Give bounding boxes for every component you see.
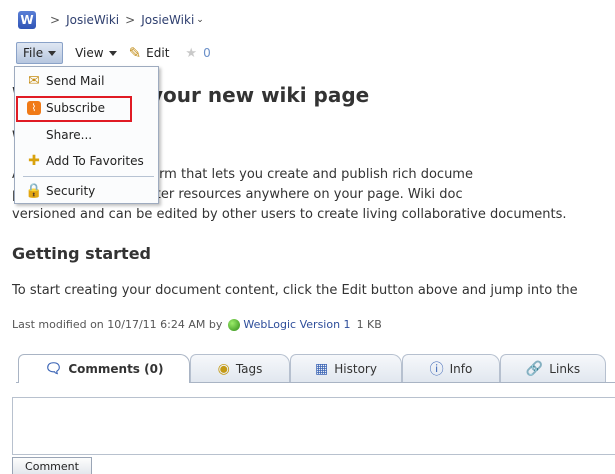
toolbar: File View ✎ Edit ★ 0 bbox=[16, 42, 217, 64]
wiki-page: W > JosieWiki > JosieWiki ⌄ File View ✎ … bbox=[0, 0, 615, 474]
tab-label: History bbox=[334, 361, 377, 376]
online-status-icon bbox=[228, 318, 241, 331]
menu-item-label: Send Mail bbox=[46, 74, 105, 88]
star-icon: ★ bbox=[185, 45, 198, 61]
page-title-fragment-right: your new wiki page bbox=[150, 83, 370, 107]
menu-item-security[interactable]: 🔒 Security bbox=[15, 179, 158, 203]
links-icon: 🔗 bbox=[525, 360, 544, 377]
subscribe-highlight bbox=[16, 96, 132, 122]
breadcrumb-item-page[interactable]: JosieWiki bbox=[141, 13, 194, 27]
comment-button[interactable]: Comment bbox=[12, 457, 92, 474]
page-meta: Last modified on 10/17/11 6:24 AM by Web… bbox=[12, 318, 382, 331]
breadcrumb-separator: > bbox=[50, 13, 61, 27]
menu-item-label: Add To Favorites bbox=[46, 154, 144, 168]
tab-label: Comments (0) bbox=[68, 362, 164, 376]
file-dropdown-menu: ✉ Send Mail ⌇ Subscribe Share... ✚ Add T… bbox=[14, 66, 159, 204]
lock-icon: 🔒 bbox=[25, 183, 43, 199]
file-menu-button[interactable]: File bbox=[16, 42, 64, 64]
wiki-logo-icon: W bbox=[18, 11, 36, 29]
menu-item-send-mail[interactable]: ✉ Send Mail bbox=[15, 69, 158, 93]
file-size: 1 KB bbox=[356, 318, 382, 331]
tab-label: Tags bbox=[235, 361, 263, 376]
view-label: View bbox=[75, 46, 104, 60]
like-count: 0 bbox=[203, 46, 211, 60]
breadcrumb-item-space[interactable]: JosieWiki bbox=[66, 13, 119, 27]
getting-started-heading: Getting started bbox=[12, 244, 151, 263]
pencil-icon: ✎ bbox=[128, 44, 142, 62]
menu-item-add-to-favorites[interactable]: ✚ Add To Favorites bbox=[15, 149, 158, 173]
menu-item-share[interactable]: Share... bbox=[15, 123, 158, 147]
favorites-icon: ✚ bbox=[28, 153, 40, 169]
menu-separator bbox=[23, 176, 154, 177]
view-menu-button[interactable]: View bbox=[69, 42, 122, 64]
tab-info[interactable]: ⓘ Info bbox=[402, 354, 500, 382]
history-icon: ▦ bbox=[315, 360, 329, 377]
tab-comments[interactable]: 🗨 Comments (0) bbox=[18, 354, 190, 383]
tags-icon: ◉ bbox=[217, 360, 230, 377]
breadcrumb-separator: > bbox=[125, 13, 136, 27]
caret-down-icon bbox=[108, 50, 117, 56]
tab-label: Info bbox=[449, 361, 473, 376]
edit-label: Edit bbox=[146, 46, 170, 60]
tab-links[interactable]: 🔗 Links bbox=[500, 354, 606, 382]
tab-tags[interactable]: ◉ Tags bbox=[190, 354, 290, 382]
chevron-down-icon[interactable]: ⌄ bbox=[196, 15, 204, 25]
menu-item-label: Share... bbox=[46, 128, 93, 142]
tab-strip: 🗨 Comments (0) ◉ Tags ▦ History ⓘ Info 🔗… bbox=[16, 352, 615, 383]
edit-button[interactable]: ✎ Edit bbox=[123, 42, 176, 64]
info-icon: ⓘ bbox=[429, 361, 444, 378]
like-button[interactable]: ★ 0 bbox=[179, 42, 216, 64]
mail-icon: ✉ bbox=[28, 73, 40, 89]
last-modified-text: Last modified on 10/17/11 6:24 AM by bbox=[12, 318, 223, 331]
tab-history[interactable]: ▦ History bbox=[290, 354, 402, 382]
menu-item-label: Security bbox=[46, 184, 96, 198]
breadcrumb: W > JosieWiki > JosieWiki ⌄ bbox=[18, 10, 204, 30]
getting-started-text: To start creating your document content,… bbox=[12, 283, 578, 298]
author-link[interactable]: WebLogic Version 1 bbox=[243, 318, 350, 331]
caret-down-icon bbox=[48, 50, 57, 56]
comment-textarea[interactable] bbox=[12, 397, 615, 455]
comment-icon: 🗨 bbox=[44, 361, 63, 377]
tab-label: Links bbox=[549, 361, 581, 376]
intro-line-3: versioned and can be edited by other use… bbox=[12, 207, 567, 222]
file-label: File bbox=[23, 46, 44, 60]
